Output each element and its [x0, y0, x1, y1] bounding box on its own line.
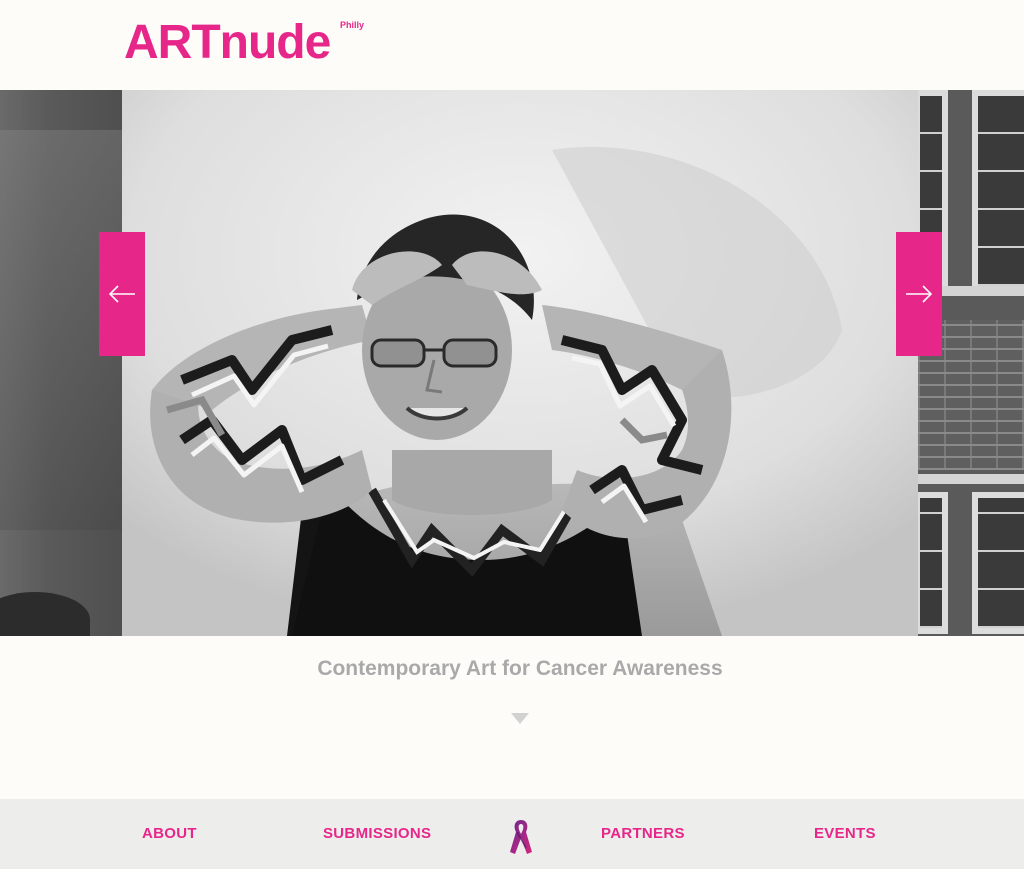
slider-previous-button[interactable]	[99, 232, 145, 356]
tagline: Contemporary Art for Cancer Awareness	[317, 657, 723, 680]
portrait-photo	[122, 90, 918, 636]
previous-slide-peek	[0, 90, 122, 636]
nav-about[interactable]: ABOUT	[142, 799, 197, 869]
awareness-ribbon-icon[interactable]	[508, 818, 534, 856]
logo-wordmark: ARTnude	[124, 16, 331, 69]
slider-next-button[interactable]	[896, 232, 942, 356]
next-slide-peek	[918, 90, 1024, 636]
hero-slider	[0, 90, 1024, 636]
hero-image	[122, 90, 918, 636]
nav-partners[interactable]: PARTNERS	[601, 799, 685, 869]
arrow-right-icon	[906, 285, 933, 303]
site-logo[interactable]: ARTnude Philly	[124, 18, 384, 68]
logo-subtitle: Philly	[340, 20, 365, 30]
scroll-down-icon[interactable]	[511, 713, 529, 724]
nav-events[interactable]: EVENTS	[814, 799, 876, 869]
arrow-left-icon	[108, 285, 135, 303]
nav-submissions[interactable]: SUBMISSIONS	[323, 799, 431, 869]
